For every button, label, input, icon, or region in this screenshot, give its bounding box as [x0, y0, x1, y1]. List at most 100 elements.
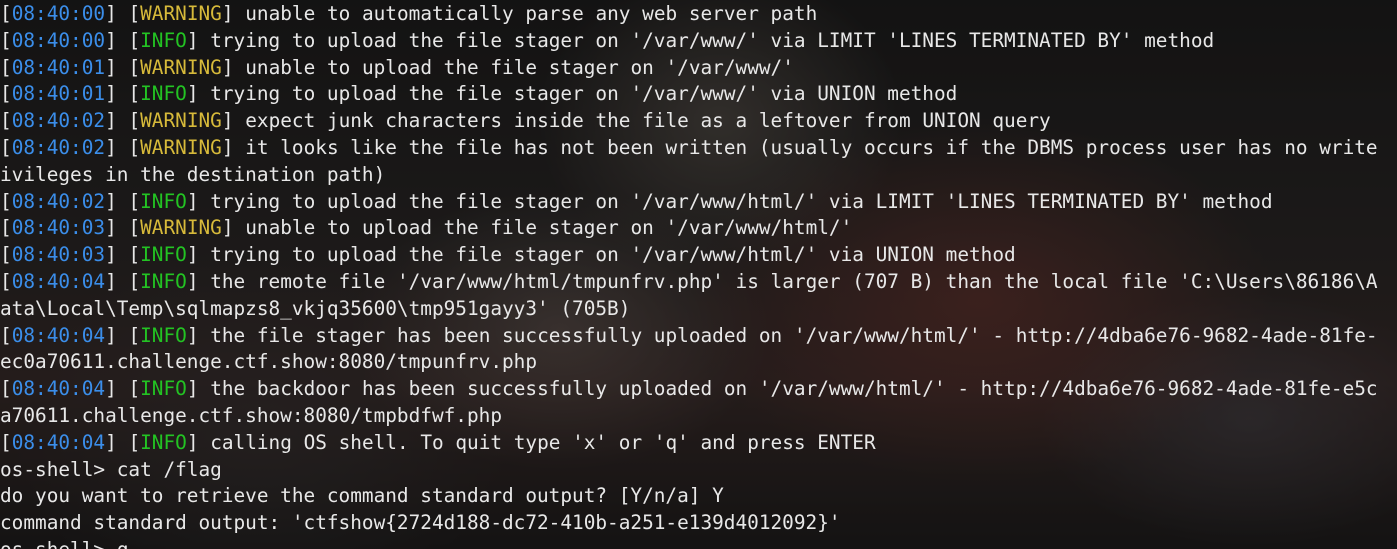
terminal-text: os-shell> cat /flag	[0, 457, 222, 481]
log-line: [08:40:00] [WARNING] unable to automatic…	[0, 1, 1397, 28]
log-level: WARNING	[140, 216, 222, 240]
bracket: [	[0, 377, 12, 401]
log-timestamp: 08:40:00	[11, 28, 106, 52]
log-timestamp: 08:40:02	[11, 109, 106, 133]
log-message: trying to upload the file stager on '/va…	[210, 82, 958, 106]
log-level: INFO	[140, 189, 187, 213]
log-message: trying to upload the file stager on '/va…	[210, 243, 1016, 267]
bracket: [	[0, 109, 12, 133]
log-timestamp: 08:40:03	[11, 243, 106, 267]
bracket: ] [	[105, 109, 141, 133]
bracket: ]	[186, 323, 211, 347]
log-timestamp: 08:40:03	[11, 216, 106, 240]
log-level: INFO	[140, 323, 187, 347]
log-level: INFO	[140, 82, 187, 106]
bracket: ]	[186, 28, 211, 52]
bracket: [	[0, 430, 12, 454]
output-line: do you want to retrieve the command stan…	[0, 483, 1397, 510]
output-line: a70611.challenge.ctf.show:8080/tmpbdfwf.…	[0, 403, 1397, 430]
bracket: ]	[221, 2, 246, 25]
bracket: ] [	[105, 28, 141, 52]
bracket: ]	[186, 243, 211, 267]
bracket: ]	[221, 55, 246, 79]
log-message: calling OS shell. To quit type 'x' or 'q…	[210, 430, 876, 454]
log-message: unable to upload the file stager on '/va…	[245, 55, 794, 79]
bracket: ] [	[105, 430, 141, 454]
terminal-output: [08:40:00] [WARNING] unable to automatic…	[0, 1, 1397, 549]
log-message: the remote file '/var/www/html/tmpunfrv.…	[210, 269, 1378, 293]
log-level: INFO	[140, 28, 187, 52]
terminal-window[interactable]: [08:40:00] [WARNING] unable to automatic…	[0, 0, 1397, 549]
bracket: ] [	[105, 269, 141, 293]
bracket: [	[0, 135, 12, 159]
log-message: unable to automatically parse any web se…	[245, 2, 818, 25]
log-timestamp: 08:40:04	[11, 430, 106, 454]
bracket: [	[0, 55, 12, 79]
log-timestamp: 08:40:00	[11, 2, 106, 25]
log-line: [08:40:03] [WARNING] unable to upload th…	[0, 215, 1397, 242]
bracket: ]	[221, 109, 246, 133]
log-level: INFO	[140, 243, 187, 267]
log-line: [08:40:01] [INFO] trying to upload the f…	[0, 81, 1397, 108]
log-level: WARNING	[140, 109, 222, 133]
log-message: the file stager has been successfully up…	[210, 323, 1378, 347]
output-line: ec0a70611.challenge.ctf.show:8080/tmpunf…	[0, 349, 1397, 376]
bracket: ] [	[105, 323, 141, 347]
log-timestamp: 08:40:02	[11, 135, 106, 159]
log-line: [08:40:04] [INFO] the file stager has be…	[0, 323, 1397, 350]
terminal-text: ec0a70611.challenge.ctf.show:8080/tmpunf…	[0, 350, 538, 374]
log-line: [08:40:01] [WARNING] unable to upload th…	[0, 55, 1397, 82]
bracket: [	[0, 269, 12, 293]
log-line: [08:40:02] [WARNING] expect junk charact…	[0, 108, 1397, 135]
terminal-text: ata\Local\Temp\sqlmapzs8_vkjq35600\tmp95…	[0, 296, 631, 320]
log-level: INFO	[140, 269, 187, 293]
log-message: it looks like the file has not been writ…	[245, 135, 1378, 159]
bracket: [	[0, 189, 12, 213]
terminal-text: do you want to retrieve the command stan…	[0, 484, 724, 508]
bracket: ] [	[105, 189, 141, 213]
bracket: [	[0, 323, 12, 347]
log-timestamp: 08:40:04	[11, 377, 106, 401]
bracket: [	[0, 243, 12, 267]
log-level: WARNING	[140, 135, 222, 159]
log-message: trying to upload the file stager on '/va…	[210, 189, 1273, 213]
log-line: [08:40:04] [INFO] the remote file '/var/…	[0, 269, 1397, 296]
log-message: unable to upload the file stager on '/va…	[245, 216, 853, 240]
log-timestamp: 08:40:01	[11, 55, 106, 79]
log-timestamp: 08:40:01	[11, 82, 106, 106]
terminal-text: os-shell> q	[0, 538, 128, 549]
output-line: ivileges in the destination path)	[0, 162, 1397, 189]
bracket: ]	[186, 269, 211, 293]
log-line: [08:40:04] [INFO] the backdoor has been …	[0, 376, 1397, 403]
log-timestamp: 08:40:04	[11, 323, 106, 347]
output-line: os-shell> cat /flag	[0, 457, 1397, 484]
terminal-text: command standard output: 'ctfshow{2724d1…	[0, 511, 841, 535]
bracket: [	[0, 82, 12, 106]
bracket: ] [	[105, 216, 141, 240]
log-line: [08:40:02] [INFO] trying to upload the f…	[0, 189, 1397, 216]
bracket: ] [	[105, 135, 141, 159]
log-timestamp: 08:40:02	[11, 189, 106, 213]
log-level: WARNING	[140, 55, 222, 79]
log-line: [08:40:03] [INFO] trying to upload the f…	[0, 242, 1397, 269]
output-line: os-shell> q	[0, 537, 1397, 549]
bracket: ] [	[105, 55, 141, 79]
bracket: ] [	[105, 2, 141, 25]
log-level: INFO	[140, 430, 187, 454]
bracket: [	[0, 216, 12, 240]
log-timestamp: 08:40:04	[11, 269, 106, 293]
log-message: trying to upload the file stager on '/va…	[210, 28, 1215, 52]
bracket: ] [	[105, 82, 141, 106]
bracket: ]	[221, 135, 246, 159]
output-line: ata\Local\Temp\sqlmapzs8_vkjq35600\tmp95…	[0, 296, 1397, 323]
output-line: command standard output: 'ctfshow{2724d1…	[0, 510, 1397, 537]
bracket: [	[0, 2, 12, 25]
bracket: ]	[221, 216, 246, 240]
log-level: WARNING	[140, 2, 222, 25]
log-line: [08:40:04] [INFO] calling OS shell. To q…	[0, 430, 1397, 457]
log-line: [08:40:02] [WARNING] it looks like the f…	[0, 135, 1397, 162]
log-line: [08:40:00] [INFO] trying to upload the f…	[0, 28, 1397, 55]
bracket: ]	[186, 430, 211, 454]
bracket: [	[0, 28, 12, 52]
bracket: ]	[186, 377, 211, 401]
